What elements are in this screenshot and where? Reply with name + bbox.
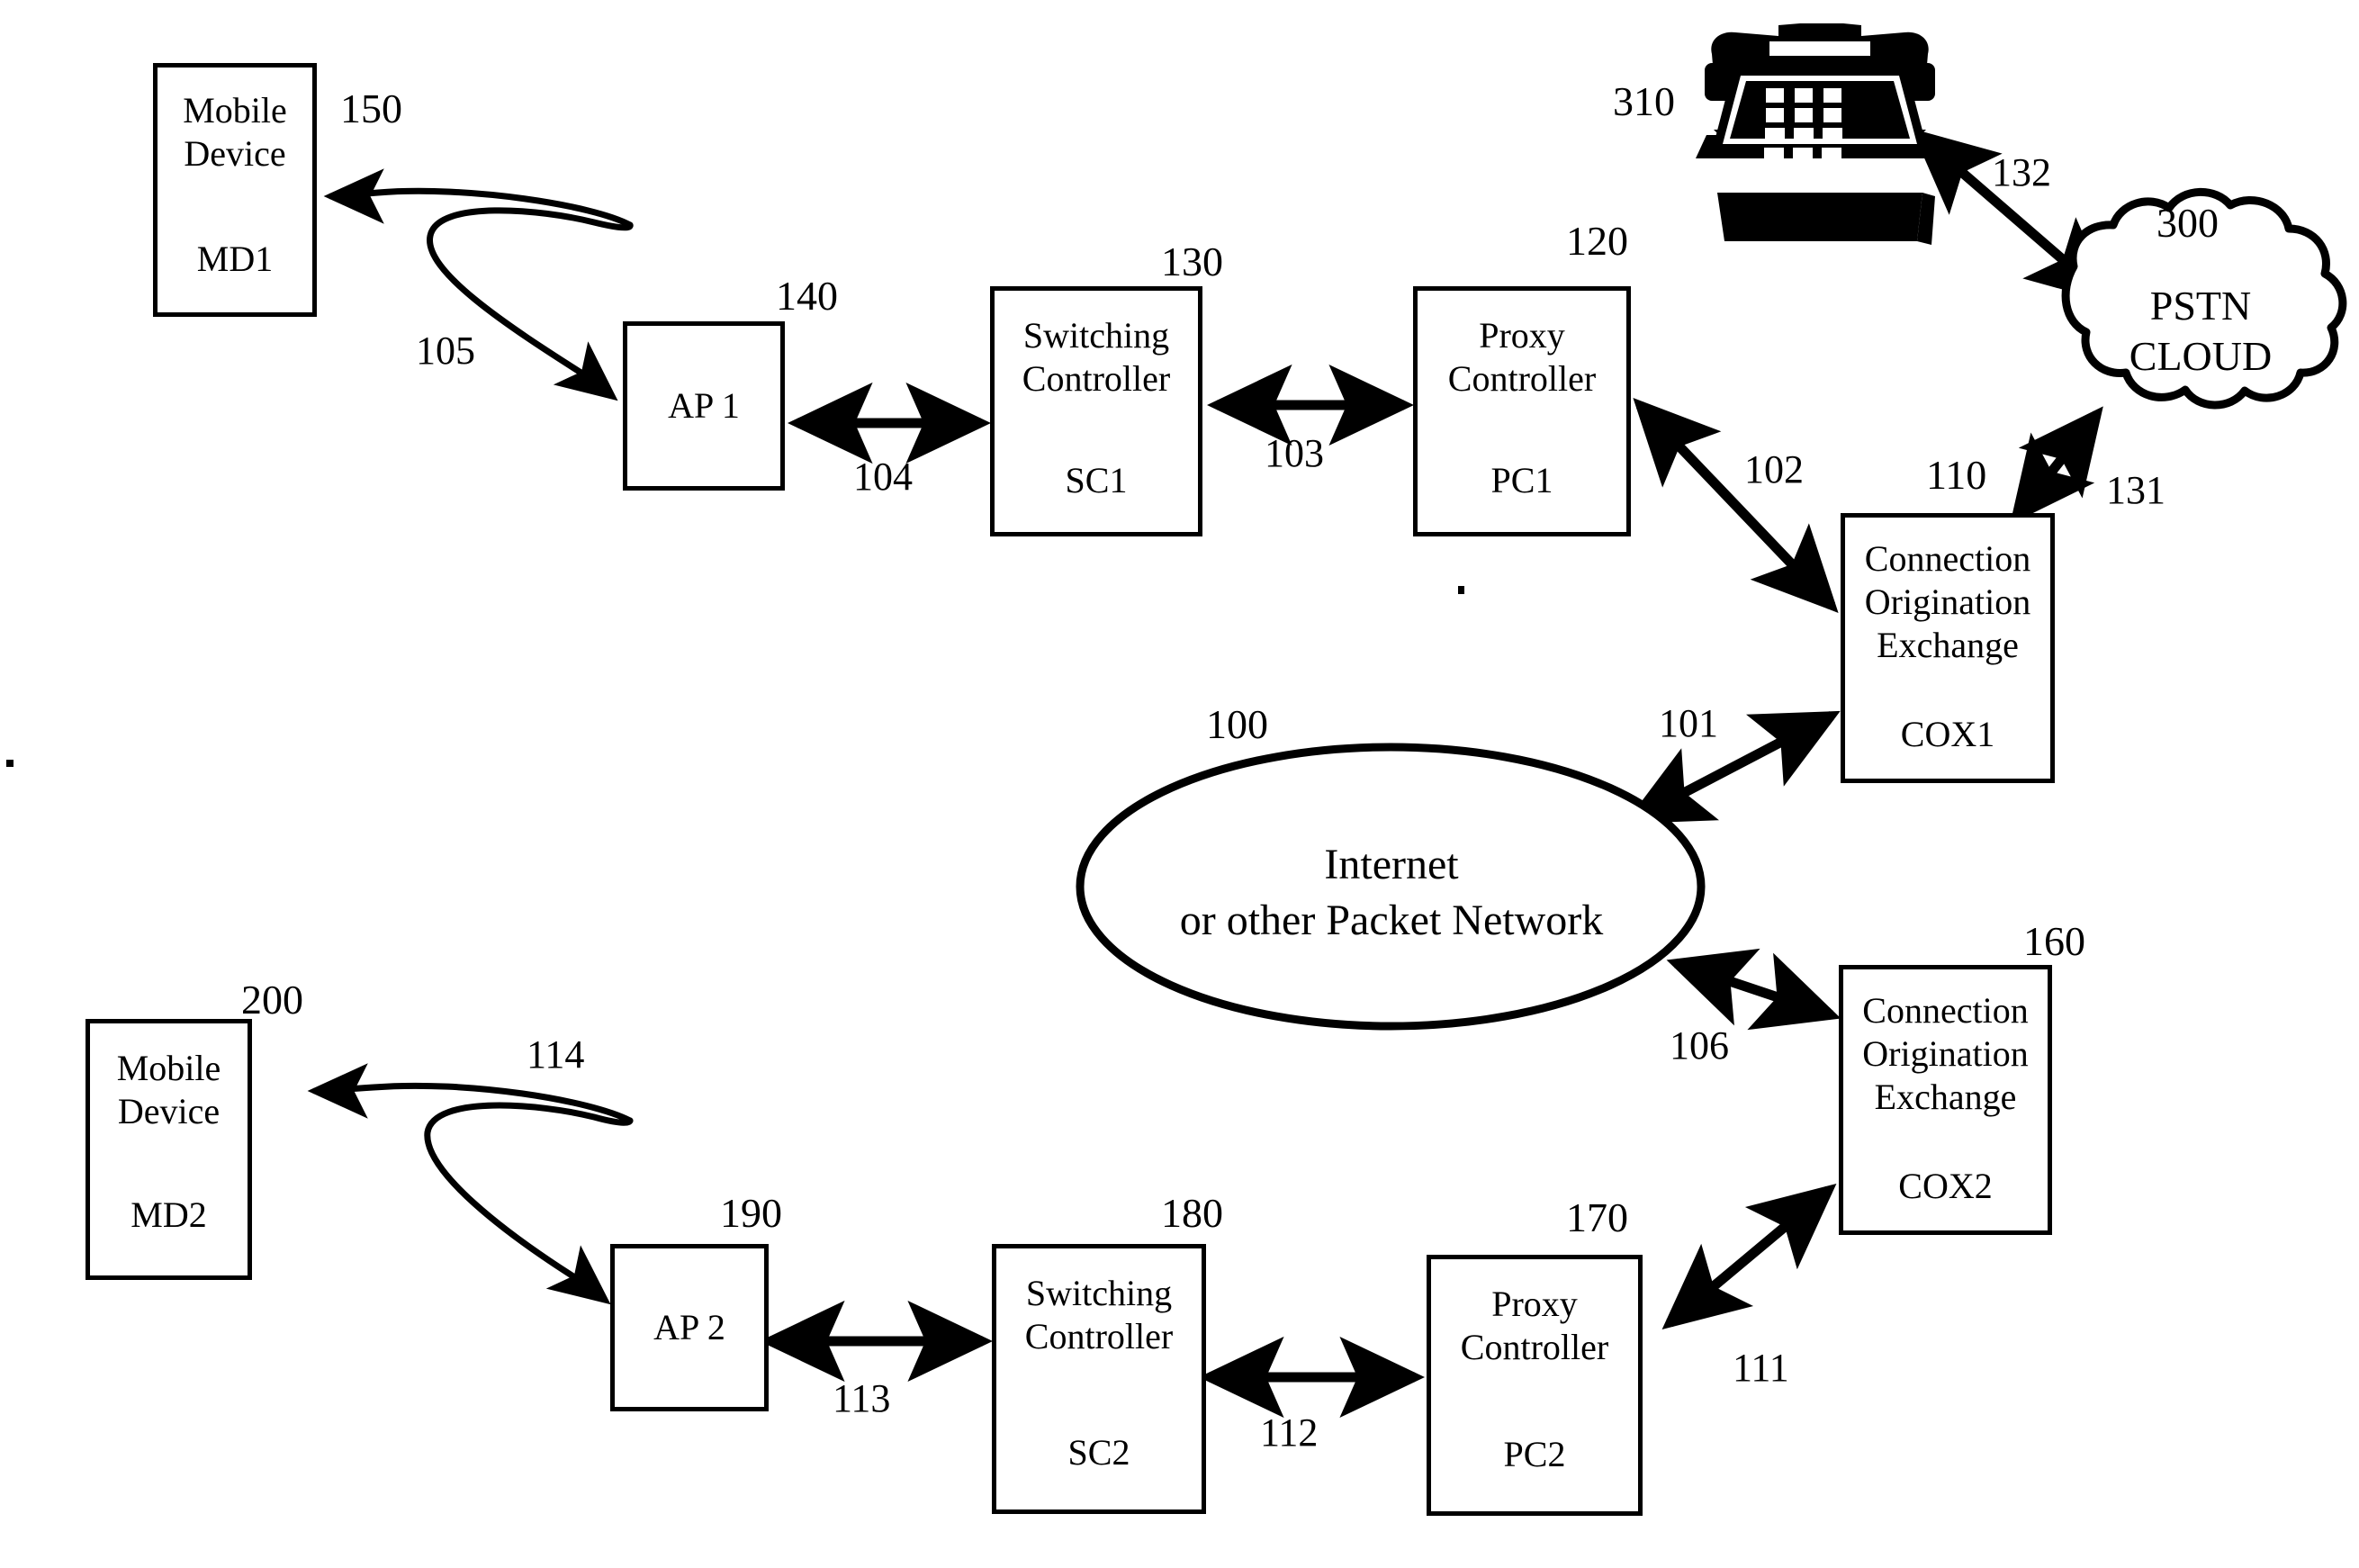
node-sc1[interactable]: Switching Controller SC1 (990, 286, 1202, 536)
node-cox2-id: COX2 (1898, 1166, 1993, 1206)
link-label-112: 112 (1260, 1410, 1319, 1455)
ref-110: 110 (1926, 452, 1987, 498)
ref-170: 170 (1566, 1194, 1628, 1240)
node-cox2[interactable]: Connection Origination Exchange COX2 (1839, 965, 2052, 1235)
ref-180: 180 (1161, 1190, 1223, 1236)
node-ap1[interactable]: AP 1 (623, 321, 785, 491)
ref-190: 190 (720, 1190, 782, 1236)
link-111-line (1661, 1183, 1837, 1330)
node-ap2-title: AP 2 (653, 1307, 725, 1347)
patent-figure-canvas: Mobile Device MD1 150 AP 1 140 Switching… (0, 0, 2359, 1568)
link-114-wireless-path (307, 1063, 634, 1305)
link-label-105: 105 (416, 329, 475, 373)
ref-200: 200 (241, 977, 303, 1023)
node-md2[interactable]: Mobile Device MD2 (86, 1019, 252, 1280)
link-102-line (1633, 398, 1839, 613)
ref-140: 140 (776, 273, 838, 319)
link-105-wireless-path (323, 168, 634, 401)
desk-telephone-icon (1696, 23, 1944, 245)
scan-speck-left (6, 760, 14, 767)
node-md1-id: MD1 (196, 239, 274, 279)
node-cox1-title: Connection Origination Exchange (1864, 538, 2031, 665)
node-cox2-title: Connection Origination Exchange (1862, 990, 2029, 1117)
node-md2-title: Mobile Device (116, 1048, 221, 1131)
node-md2-id: MD2 (131, 1194, 207, 1235)
node-pc2-id: PC2 (1503, 1434, 1566, 1474)
link-label-113: 113 (833, 1376, 891, 1420)
node-pc1[interactable]: Proxy Controller PC1 (1413, 286, 1631, 536)
node-pc2-title: Proxy Controller (1460, 1284, 1609, 1367)
node-pc2[interactable]: Proxy Controller PC2 (1427, 1255, 1643, 1516)
node-sc2-id: SC2 (1067, 1432, 1130, 1473)
node-sc2-title: Switching Controller (1024, 1273, 1174, 1356)
link-label-131: 131 (2106, 468, 2165, 512)
node-ap1-title: AP 1 (668, 385, 740, 426)
link-label-102: 102 (1744, 447, 1804, 491)
link-label-111: 111 (1733, 1346, 1789, 1390)
node-pc1-id: PC1 (1490, 460, 1553, 500)
ref-160: 160 (2023, 918, 2085, 964)
node-md1[interactable]: Mobile Device MD1 (153, 63, 317, 317)
link-label-103: 103 (1265, 431, 1324, 475)
node-pc1-title: Proxy Controller (1447, 315, 1597, 399)
link-label-104: 104 (853, 455, 913, 499)
scan-speck-mid (1458, 586, 1464, 594)
ref-310: 310 (1613, 78, 1675, 124)
node-sc1-title: Switching Controller (1022, 315, 1171, 399)
node-cox1[interactable]: Connection Origination Exchange COX1 (1841, 513, 2055, 783)
ref-130: 130 (1161, 239, 1223, 284)
ref-300: 300 (2156, 200, 2219, 246)
link-label-132: 132 (1992, 150, 2051, 194)
link-label-114: 114 (527, 1032, 585, 1077)
pstn-cloud-label: PSTN CLOUD (2129, 283, 2273, 379)
internet-label: Internet or other Packet Network (1179, 841, 1604, 944)
link-label-101: 101 (1659, 701, 1718, 745)
node-md1-title: Mobile Device (183, 90, 287, 174)
link-label-106: 106 (1670, 1023, 1729, 1068)
link-131-line (2010, 406, 2103, 525)
ref-100: 100 (1206, 701, 1268, 747)
ref-150: 150 (340, 86, 402, 131)
node-sc1-id: SC1 (1065, 460, 1128, 500)
ref-120: 120 (1566, 218, 1628, 264)
node-cox1-id: COX1 (1900, 714, 1995, 754)
node-sc2[interactable]: Switching Controller SC2 (992, 1244, 1206, 1514)
node-ap2[interactable]: AP 2 (610, 1244, 769, 1411)
link-106-line (1666, 948, 1841, 1031)
